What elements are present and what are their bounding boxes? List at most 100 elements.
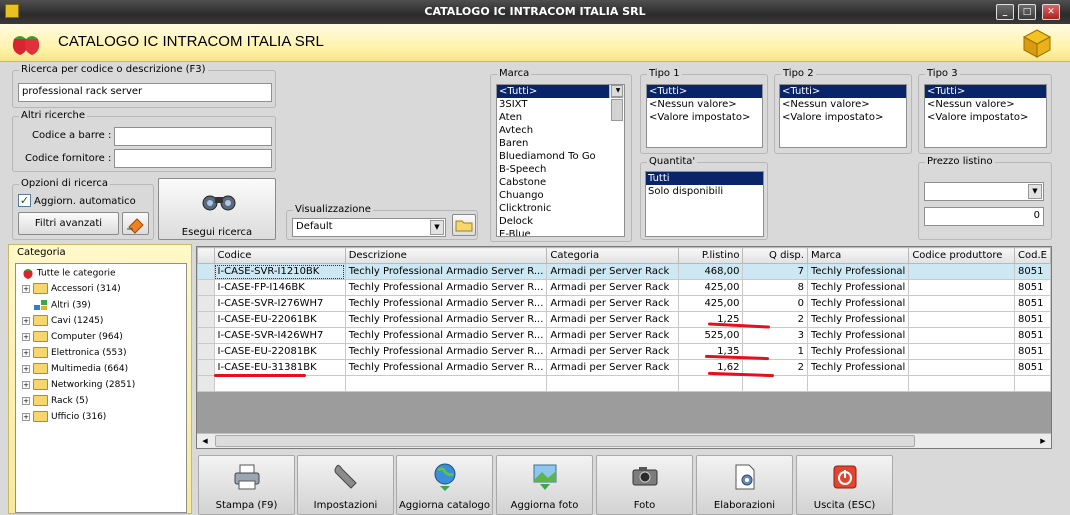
- list-item[interactable]: Baren: [497, 137, 624, 150]
- cell-producer-code[interactable]: [908, 295, 1015, 312]
- barcode-input[interactable]: [114, 127, 272, 146]
- list-item[interactable]: <Tutti>: [497, 85, 624, 98]
- list-item[interactable]: <Valore impostato>: [925, 111, 1046, 124]
- update-catalog-button[interactable]: Aggiorna catalogo: [396, 455, 493, 515]
- price-value-input[interactable]: 0: [924, 207, 1044, 226]
- expand-icon[interactable]: +: [22, 364, 30, 373]
- cell-category[interactable]: Armadi per Server Rack: [546, 295, 680, 312]
- update-photos-button[interactable]: Aggiorna foto: [496, 455, 593, 515]
- cell-producer-code[interactable]: [908, 359, 1015, 376]
- cell-producer-code[interactable]: [908, 263, 1015, 280]
- list-item[interactable]: Bluediamond To Go: [497, 150, 624, 163]
- cell-category[interactable]: Armadi per Server Rack: [546, 327, 680, 344]
- list-item[interactable]: Cabstone: [497, 176, 624, 189]
- list-item[interactable]: B-Speech: [497, 163, 624, 176]
- column-header[interactable]: Cod.E: [1014, 247, 1051, 264]
- table-row[interactable]: I-CASE-EU-22061BK Techly Professional Ar…: [197, 311, 1051, 328]
- cell-brand[interactable]: Techly Professional: [806, 359, 910, 376]
- cell-qty[interactable]: 8: [742, 279, 808, 296]
- cell-category[interactable]: Armadi per Server Rack: [546, 279, 680, 296]
- quantity-list[interactable]: Tutti Solo disponibili: [645, 171, 764, 237]
- expand-icon[interactable]: +: [22, 396, 30, 405]
- cell-producer-code[interactable]: [908, 279, 1015, 296]
- list-item[interactable]: <Valore impostato>: [647, 111, 762, 124]
- column-header[interactable]: Codice: [213, 247, 346, 264]
- cell-category[interactable]: Armadi per Server Rack: [546, 343, 680, 360]
- list-item[interactable]: Tutti: [646, 172, 763, 185]
- list-item[interactable]: Delock: [497, 215, 624, 228]
- list-item[interactable]: <Nessun valore>: [647, 98, 762, 111]
- scroll-thumb[interactable]: [215, 435, 915, 447]
- advanced-filters-button[interactable]: Filtri avanzati: [18, 212, 119, 235]
- type1-list[interactable]: <Tutti> <Nessun valore> <Valore impostat…: [646, 84, 763, 148]
- scroll-right-icon[interactable]: ▶: [1037, 435, 1049, 447]
- cell-brand[interactable]: Techly Professional: [806, 279, 910, 296]
- cell-price[interactable]: 525,00: [678, 327, 744, 344]
- expand-icon[interactable]: +: [22, 316, 30, 325]
- table-row[interactable]: I-CASE-SVR-I276WH7 Techly Professional A…: [197, 295, 1051, 312]
- cell-ean[interactable]: 8051: [1014, 343, 1051, 360]
- cell-ean[interactable]: 8051: [1014, 327, 1051, 344]
- cell-ean[interactable]: 8051: [1014, 295, 1051, 312]
- exit-button[interactable]: Uscita (ESC): [796, 455, 893, 515]
- cell-description[interactable]: Techly Professional Armadio Server R...: [344, 263, 548, 280]
- auto-update-checkbox[interactable]: ✓: [18, 194, 31, 207]
- type2-list[interactable]: <Tutti> <Nessun valore> <Valore impostat…: [779, 84, 907, 148]
- tree-item-networking[interactable]: + Networking (2851): [22, 379, 135, 390]
- cell-producer-code[interactable]: [908, 343, 1015, 360]
- cell-code[interactable]: I-CASE-SVR-I276WH7: [213, 295, 346, 312]
- cell-code[interactable]: I-CASE-EU-22061BK: [213, 311, 346, 328]
- column-header[interactable]: Q disp.: [742, 247, 808, 264]
- cell-ean[interactable]: 8051: [1014, 311, 1051, 328]
- cell-description[interactable]: Techly Professional Armadio Server R...: [344, 311, 548, 328]
- cell-brand[interactable]: Techly Professional: [806, 311, 910, 328]
- supplier-code-input[interactable]: [114, 149, 272, 168]
- cell-description[interactable]: Techly Professional Armadio Server R...: [344, 295, 548, 312]
- tree-item-elettronica[interactable]: + Elettronica (553): [22, 347, 127, 358]
- cell-price[interactable]: 468,00: [678, 263, 744, 280]
- cell-brand[interactable]: Techly Professional: [806, 327, 910, 344]
- photo-button[interactable]: Foto: [596, 455, 693, 515]
- cell-ean[interactable]: 8051: [1014, 359, 1051, 376]
- column-header[interactable]: Codice produttore: [908, 247, 1015, 264]
- cell-producer-code[interactable]: [908, 327, 1015, 344]
- expand-icon[interactable]: +: [22, 332, 30, 341]
- cell-category[interactable]: Armadi per Server Rack: [546, 263, 680, 280]
- column-header[interactable]: Descrizione: [344, 247, 548, 264]
- type3-list[interactable]: <Tutti> <Nessun valore> <Valore impostat…: [924, 84, 1047, 148]
- brand-scrollbar[interactable]: ▲ ▼: [609, 85, 624, 121]
- table-row[interactable]: I-CASE-FP-I146BK Techly Professional Arm…: [197, 279, 1051, 296]
- search-input[interactable]: professional rack server: [18, 83, 272, 102]
- expand-icon[interactable]: +: [22, 348, 30, 357]
- column-header[interactable]: Categoria: [546, 247, 680, 264]
- tree-item-accessori[interactable]: + Accessori (314): [22, 283, 121, 294]
- table-row[interactable]: I-CASE-EU-31381BK Techly Professional Ar…: [197, 359, 1051, 376]
- cell-description[interactable]: Techly Professional Armadio Server R...: [344, 343, 548, 360]
- open-view-button[interactable]: [452, 214, 476, 236]
- cell-brand[interactable]: Techly Professional: [806, 295, 910, 312]
- brand-list[interactable]: <Tutti> 3SIXT Aten Avtech Baren Bluediam…: [496, 84, 625, 237]
- list-item[interactable]: Solo disponibili: [646, 185, 763, 198]
- list-item[interactable]: <Tutti>: [780, 85, 906, 98]
- list-item[interactable]: <Valore impostato>: [780, 111, 906, 124]
- horizontal-scrollbar[interactable]: ◀ ▶: [197, 433, 1051, 448]
- scroll-left-icon[interactable]: ◀: [199, 435, 211, 447]
- column-header[interactable]: Marca: [806, 247, 910, 264]
- settings-button[interactable]: Impostazioni: [297, 455, 394, 515]
- tree-item-rack[interactable]: + Rack (5): [22, 395, 88, 406]
- cell-description[interactable]: Techly Professional Armadio Server R...: [344, 279, 548, 296]
- table-row[interactable]: I-CASE-EU-22081BK Techly Professional Ar…: [197, 343, 1051, 360]
- cell-ean[interactable]: 8051: [1014, 263, 1051, 280]
- cell-category[interactable]: Armadi per Server Rack: [546, 359, 680, 376]
- table-row[interactable]: I-CASE-SVR-I426WH7 Techly Professional A…: [197, 327, 1051, 344]
- list-item[interactable]: <Tutti>: [647, 85, 762, 98]
- processing-button[interactable]: Elaborazioni: [696, 455, 793, 515]
- view-select[interactable]: Default ▼: [292, 218, 446, 237]
- table-row[interactable]: I-CASE-SVR-I1210BK Techly Professional A…: [197, 263, 1051, 280]
- close-button[interactable]: ✕: [1042, 4, 1060, 20]
- list-item[interactable]: Clicktronic: [497, 202, 624, 215]
- scroll-thumb[interactable]: [611, 99, 623, 121]
- cell-qty[interactable]: 0: [742, 295, 808, 312]
- cell-qty[interactable]: 7: [742, 263, 808, 280]
- minimize-button[interactable]: _: [996, 4, 1014, 20]
